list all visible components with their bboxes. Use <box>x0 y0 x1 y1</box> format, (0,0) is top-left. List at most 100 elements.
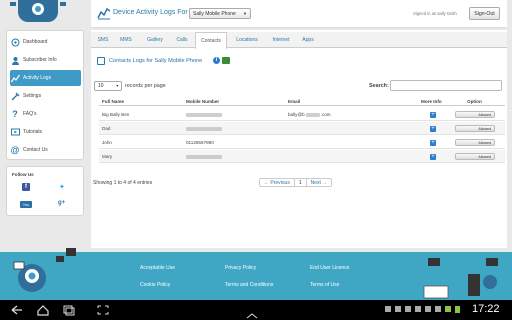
column-header[interactable]: More Info <box>421 96 442 106</box>
option-toggle[interactable]: Allowed <box>455 125 495 132</box>
option-label: Allowed <box>478 112 491 117</box>
cell-mobile-redacted <box>186 122 222 135</box>
battery-icon <box>455 306 460 313</box>
option-label: Allowed <box>478 154 491 159</box>
option-toggle[interactable]: Allowed <box>455 153 495 160</box>
table-row: Mary + Allowed <box>99 150 505 163</box>
at-icon: @ <box>10 145 20 155</box>
column-header[interactable]: Email <box>288 96 300 106</box>
chevron-down-icon: ▼ <box>115 84 119 88</box>
search-input[interactable] <box>390 80 502 91</box>
top-header: Device Activity Logs For Sally Mobile Ph… <box>91 0 507 28</box>
sidebar-item-contact-us[interactable]: @ Contact Us <box>10 142 81 158</box>
sidebar-item-label: Dashboard <box>23 39 48 45</box>
notification-icon <box>405 306 411 312</box>
info-icon[interactable]: i <box>213 57 220 64</box>
footer: Acceptable Use Privacy Policy End User L… <box>0 248 512 300</box>
page-1-button[interactable]: 1 <box>295 179 307 186</box>
section-title: Contacts Logs for Sally Mobile Phone <box>109 58 203 64</box>
sidebar-item-label: Subscriber Info <box>23 57 57 63</box>
tab-bar: SMS MMS Gallery Calls Contacts Locations… <box>91 32 507 49</box>
youtube-icon[interactable]: You <box>20 201 32 208</box>
twitter-icon[interactable]: ✦ <box>59 183 65 191</box>
sidebar-item-label: FAQ's <box>23 111 37 117</box>
footer-link-cookie[interactable]: Cookie Policy <box>140 282 170 288</box>
footer-link-terms-use[interactable]: Terms of Use <box>310 282 339 288</box>
device-select[interactable]: Sally Mobile Phone ▼ <box>189 8 251 19</box>
tab-gallery[interactable]: Gallery <box>141 32 169 48</box>
facebook-icon[interactable]: f <box>22 183 30 191</box>
tab-locations[interactable]: Locations <box>229 32 265 48</box>
notification-icon <box>415 306 421 312</box>
logo[interactable] <box>0 0 92 30</box>
screenshot-icon[interactable] <box>96 304 110 316</box>
search-label: Search: <box>369 83 389 89</box>
tab-contacts[interactable]: Contacts <box>195 32 227 49</box>
table-header: Full Name Mobile Number Email More Info … <box>99 96 505 106</box>
wifi-icon <box>445 306 451 312</box>
sidebar-item-subscriber-info[interactable]: Subscriber Info <box>10 52 81 68</box>
table-row: Big Bally Ben bally@b .com + Allowed <box>99 108 505 121</box>
sidebar-item-dashboard[interactable]: Dashboard <box>10 34 81 50</box>
signout-button[interactable]: Sign-Out <box>469 7 500 20</box>
tab-mms[interactable]: MMS <box>115 32 137 48</box>
cell-mobile-redacted <box>186 150 222 163</box>
notification-icon <box>435 306 441 312</box>
more-info-plus-icon[interactable]: + <box>430 111 436 118</box>
records-per-page-select[interactable]: 10 ▼ <box>94 81 122 91</box>
film-icon[interactable] <box>222 57 230 64</box>
footer-link-acceptable-use[interactable]: Acceptable Use <box>140 265 175 271</box>
column-header[interactable]: Option <box>467 96 482 106</box>
device-select-value: Sally Mobile Phone <box>193 10 236 17</box>
table-row: John 01126567890 + Allowed <box>99 136 505 149</box>
cell-name: Big Bally Ben <box>102 112 130 117</box>
next-button[interactable]: Next → <box>307 179 332 186</box>
cell-name: John <box>102 140 112 145</box>
recent-apps-icon[interactable] <box>62 304 76 316</box>
sidebar-item-tutorials[interactable]: Tutorials <box>10 124 81 140</box>
prev-button[interactable]: ← Previous <box>260 179 295 186</box>
email-suffix: .com <box>320 112 331 117</box>
devices-illustration-icon <box>423 258 498 299</box>
cell-name: Mary <box>102 154 113 159</box>
footer-link-eula[interactable]: End User Licence <box>310 265 349 271</box>
tab-sms[interactable]: SMS <box>93 32 113 48</box>
sidebar-item-activity-logs[interactable]: Activity Logs <box>10 70 81 86</box>
footer-link-privacy[interactable]: Privacy Policy <box>225 265 256 271</box>
option-label: Allowed <box>478 126 491 131</box>
records-label: records per page <box>125 83 166 89</box>
chevron-up-icon[interactable] <box>245 310 259 320</box>
back-icon[interactable] <box>10 304 24 316</box>
notification-icon <box>395 306 401 312</box>
google-plus-icon[interactable]: g+ <box>58 200 65 206</box>
footer-link-terms-conditions[interactable]: Terms and Conditions <box>225 282 273 288</box>
tab-internet[interactable]: Internet <box>267 32 295 48</box>
option-toggle[interactable]: Allowed <box>455 111 495 118</box>
more-info-plus-icon[interactable]: + <box>430 153 436 160</box>
showing-entries: Showing 1 to 4 of 4 entries <box>93 180 153 186</box>
sidebar-item-label: Activity Logs <box>23 75 52 81</box>
question-icon: ? <box>12 109 18 119</box>
column-header[interactable]: Mobile Number <box>186 96 219 106</box>
cell-name: Dad <box>102 126 111 131</box>
tab-apps[interactable]: Apps <box>297 32 319 48</box>
subscriber-icon <box>10 55 20 65</box>
column-header[interactable]: Full Name <box>102 96 124 106</box>
sidebar-item-label: Settings <box>23 93 42 99</box>
dashboard-icon <box>10 37 20 47</box>
sidebar-item-settings[interactable]: Settings <box>10 88 81 104</box>
more-info-plus-icon[interactable]: + <box>430 139 436 146</box>
notification-icon <box>425 306 431 312</box>
pagination: ← Previous 1 Next → <box>259 178 333 187</box>
option-toggle[interactable]: Allowed <box>455 139 495 146</box>
system-navbar: 17:22 <box>0 300 512 320</box>
sidebar-item-faqs[interactable]: ? FAQ's <box>10 106 81 122</box>
more-info-plus-icon[interactable]: + <box>430 125 436 132</box>
option-label: Allowed <box>478 140 491 145</box>
home-icon[interactable] <box>36 304 50 316</box>
email-prefix: bally@b <box>288 112 305 117</box>
sidebar-item-label: Tutorials <box>23 129 42 135</box>
cell-email: bally@b .com <box>288 108 331 121</box>
tab-calls[interactable]: Calls <box>171 32 193 48</box>
cell-mobile: 01126567890 <box>186 140 214 145</box>
